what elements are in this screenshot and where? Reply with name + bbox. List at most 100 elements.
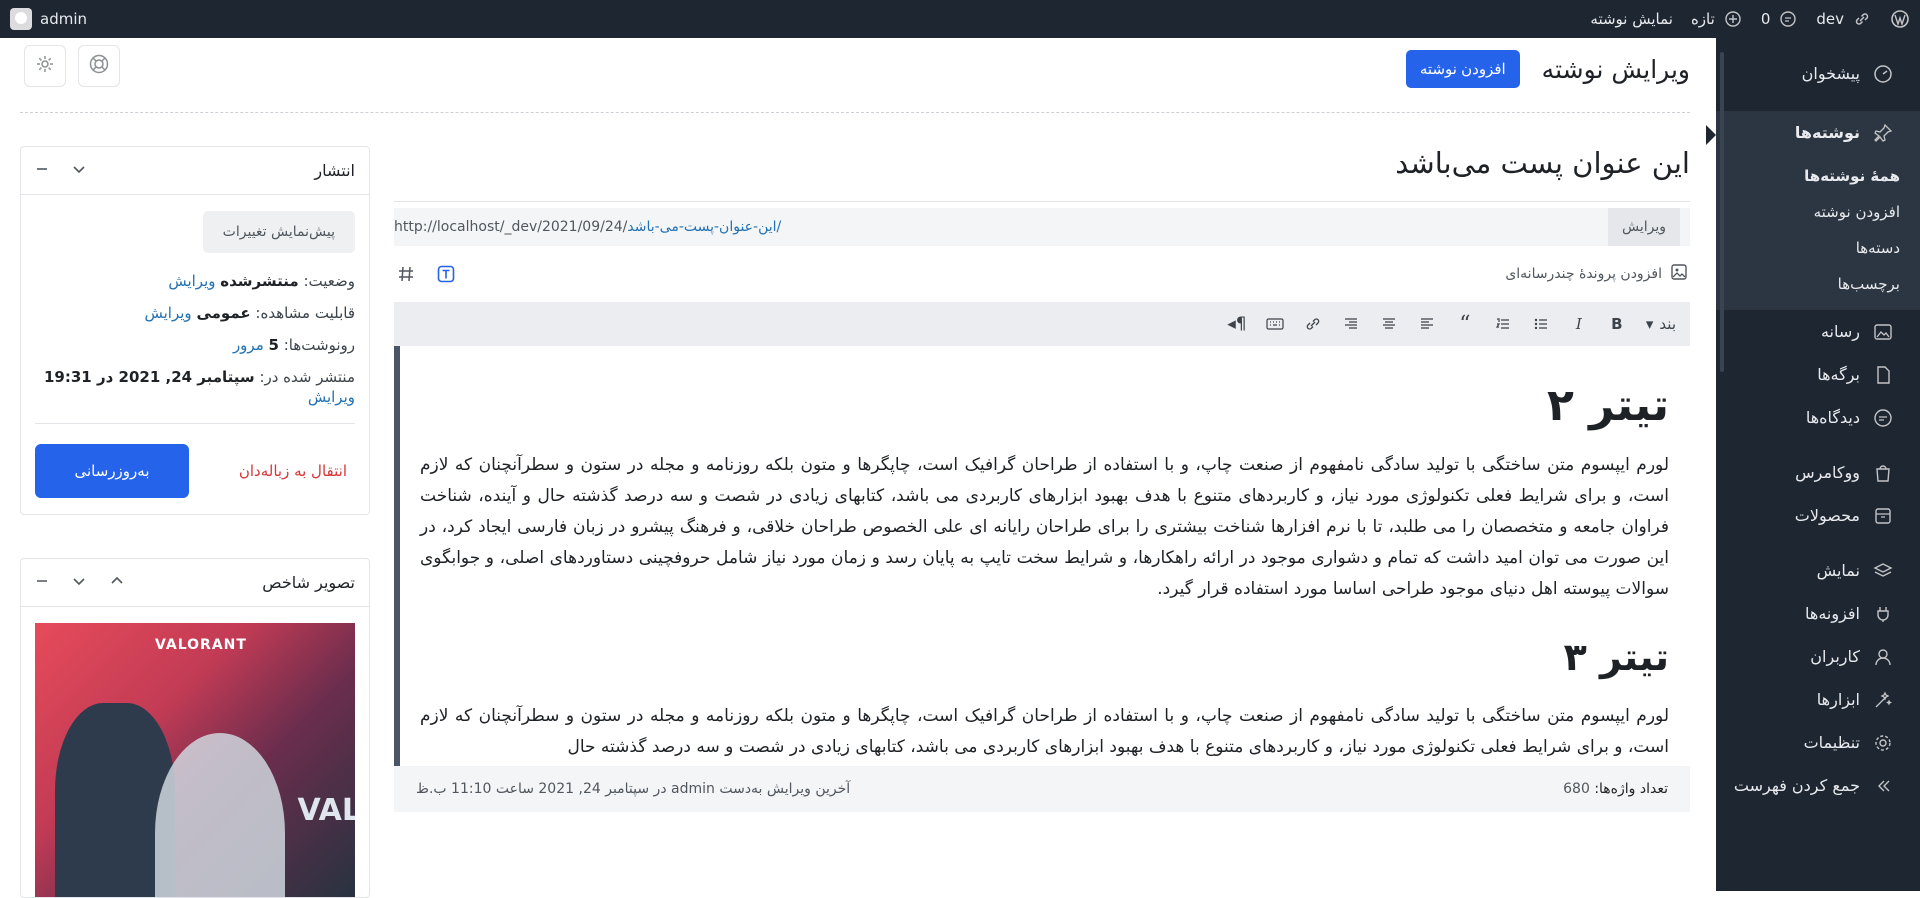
- chevron-down-icon[interactable]: [71, 573, 87, 593]
- publish-box-header: انتشار: [21, 147, 369, 195]
- sidebar-item-dashboard[interactable]: پیشخوان: [1716, 52, 1920, 95]
- featured-image[interactable]: VALORANT VAL: [35, 623, 355, 897]
- align-right-icon[interactable]: [1332, 304, 1370, 344]
- featured-image-header: تصویر شاخص: [21, 559, 369, 607]
- revisions-value: 5: [268, 336, 279, 354]
- add-new-post-button[interactable]: افزودن نوشته: [1405, 50, 1520, 88]
- visibility-row: قابلیت مشاهده: عمومی ویرایش: [35, 303, 356, 323]
- site-name-link[interactable]: dev: [1816, 9, 1872, 29]
- minus-icon[interactable]: [35, 573, 49, 592]
- submenu-tags[interactable]: برچسب‌ها: [1716, 266, 1920, 302]
- permalink-edit-button[interactable]: ویرایش: [1607, 208, 1680, 246]
- sidebar-item-pages[interactable]: برگه‌ها: [1716, 353, 1920, 396]
- permalink-bar: http://localhost/_dev/2021/09/24/این-عنو…: [394, 208, 1690, 246]
- link-icon[interactable]: [1294, 304, 1332, 344]
- add-media-button[interactable]: افزودن پروندهٔ چندرسانه‌ای: [1505, 263, 1688, 285]
- sidebar-scrollbar[interactable]: [1720, 52, 1724, 372]
- sidebar-item-label: رسانه: [1820, 322, 1860, 341]
- visual-text-icon[interactable]: [436, 264, 456, 284]
- sidebar-item-appearance[interactable]: نمایش: [1716, 549, 1920, 592]
- browse-revisions-link[interactable]: مرور: [233, 336, 264, 354]
- align-left-icon[interactable]: [1408, 304, 1446, 344]
- image-logo-text: VALORANT: [155, 637, 247, 653]
- permalink-url[interactable]: http://localhost/_dev/2021/09/24/این-عنو…: [394, 219, 781, 235]
- post-title-input[interactable]: این عنوان پست می‌باشد: [394, 146, 1690, 202]
- new-content-link[interactable]: تازه: [1691, 9, 1743, 29]
- permalink-slug[interactable]: این-عنوان-پست-می-باشد: [627, 219, 776, 235]
- minus-icon[interactable]: [35, 161, 49, 180]
- sidebar-item-label: نوشته‌ها: [1794, 123, 1860, 142]
- chevron-up-icon[interactable]: [109, 573, 125, 593]
- new-label: تازه: [1690, 10, 1715, 28]
- sidebar-item-woocommerce[interactable]: ووکامرس: [1716, 451, 1920, 494]
- numbered-list-icon[interactable]: [1484, 304, 1522, 344]
- image-icon: [1670, 263, 1688, 285]
- image-logo-text-large: VAL: [297, 793, 355, 828]
- paragraph-direction-icon[interactable]: ¶◂: [1218, 304, 1256, 344]
- link-icon: [1852, 9, 1872, 29]
- permalink-base: http://localhost/_dev/2021/09/24/: [394, 219, 628, 235]
- user-icon: [1872, 646, 1894, 668]
- sidebar-item-settings[interactable]: تنظیمات: [1716, 721, 1920, 764]
- media-row: افزودن پروندهٔ چندرسانه‌ای: [394, 246, 1690, 302]
- avatar: [10, 8, 32, 30]
- featured-image-box: تصویر شاخص VALORANT VAL: [20, 558, 370, 898]
- user-account-menu[interactable]: admin: [10, 8, 87, 30]
- view-post-link[interactable]: نمایش نوشته: [1590, 10, 1673, 28]
- preview-changes-button[interactable]: پیش‌نمایش تغییرات: [202, 211, 355, 253]
- edit-visibility-link[interactable]: ویرایش: [145, 304, 192, 322]
- sidebar-item-tools[interactable]: ابزارها: [1716, 678, 1920, 721]
- submenu-add-post[interactable]: افزودن نوشته: [1716, 194, 1920, 230]
- sidebar-item-comments[interactable]: دیدگاه‌ها: [1716, 396, 1920, 439]
- sidebar-posts-group: نوشته‌ها همهٔ نوشته‌ها افزودن نوشته دسته…: [1706, 111, 1920, 310]
- status-row: وضعیت: منتشرشده ویرایش: [35, 271, 355, 291]
- help-button[interactable]: [78, 45, 120, 87]
- wordpress-icon: [1890, 9, 1910, 29]
- sidebar-item-plugins[interactable]: افزونه‌ها: [1716, 592, 1920, 635]
- tools-icon: [1872, 689, 1894, 711]
- comments-link[interactable]: 0: [1761, 9, 1799, 29]
- editor-mode-tabs: [396, 264, 456, 284]
- submenu-categories[interactable]: دسته‌ها: [1716, 230, 1920, 266]
- update-button[interactable]: به‌روزرسانی: [35, 444, 189, 498]
- sidebar-item-label: نمایش: [1816, 561, 1860, 580]
- word-count-label: تعداد واژه‌ها:: [1594, 781, 1668, 797]
- user-name: admin: [40, 10, 87, 28]
- edit-status-link[interactable]: ویرایش: [168, 272, 215, 290]
- sidebar-item-posts[interactable]: نوشته‌ها: [1716, 111, 1920, 154]
- wordpress-logo[interactable]: [1890, 9, 1910, 29]
- screen-options-button[interactable]: [24, 45, 66, 87]
- chevron-down-icon[interactable]: [71, 161, 87, 181]
- main-content: ویرایش نوشته افزودن نوشته این عنوان پست …: [0, 38, 1716, 898]
- sidebar-collapse-menu[interactable]: جمع کردن فهرست: [1716, 764, 1920, 807]
- submenu-all-posts[interactable]: همهٔ نوشته‌ها: [1716, 158, 1920, 194]
- format-select[interactable]: بند ▾: [1636, 315, 1682, 333]
- editor-content[interactable]: تیتر ۲ لورم ایپسوم متن ساختگی با تولید س…: [394, 346, 1690, 766]
- word-count: تعداد واژه‌ها: 680: [1563, 781, 1668, 797]
- blockquote-icon[interactable]: “: [1446, 304, 1484, 344]
- hash-icon[interactable]: [396, 264, 416, 284]
- keyboard-icon[interactable]: [1256, 304, 1294, 344]
- content-paragraph-2: لورم ایپسوم متن ساختگی با تولید سادگی نا…: [420, 706, 1669, 757]
- bullet-list-icon[interactable]: [1522, 304, 1560, 344]
- align-center-icon[interactable]: [1370, 304, 1408, 344]
- sidebar-item-products[interactable]: محصولات: [1716, 494, 1920, 537]
- divider: [20, 112, 1690, 113]
- bold-icon[interactable]: B: [1598, 304, 1636, 344]
- sidebar-item-users[interactable]: کاربران: [1716, 635, 1920, 678]
- italic-icon[interactable]: I: [1560, 304, 1598, 344]
- sidebar-item-media[interactable]: رسانه: [1716, 310, 1920, 353]
- published-label: منتشر شده در:: [259, 368, 355, 386]
- edit-date-link[interactable]: ویرایش: [308, 388, 355, 406]
- move-to-trash-link[interactable]: انتقال به زباله‌دان: [239, 462, 355, 480]
- visibility-value: عمومی: [196, 304, 251, 322]
- content-paragraph-1: لورم ایپسوم متن ساختگی با تولید سادگی نا…: [420, 455, 1669, 599]
- pin-icon: [1872, 122, 1894, 144]
- page-icon: [1872, 364, 1894, 386]
- word-count-value: 680: [1563, 781, 1590, 797]
- comment-icon: [1872, 407, 1894, 429]
- sidebar-item-label: محصولات: [1794, 506, 1860, 525]
- settings-icon: [1872, 732, 1894, 754]
- layers-icon: [1872, 560, 1894, 582]
- collapse-icon: [1872, 775, 1894, 797]
